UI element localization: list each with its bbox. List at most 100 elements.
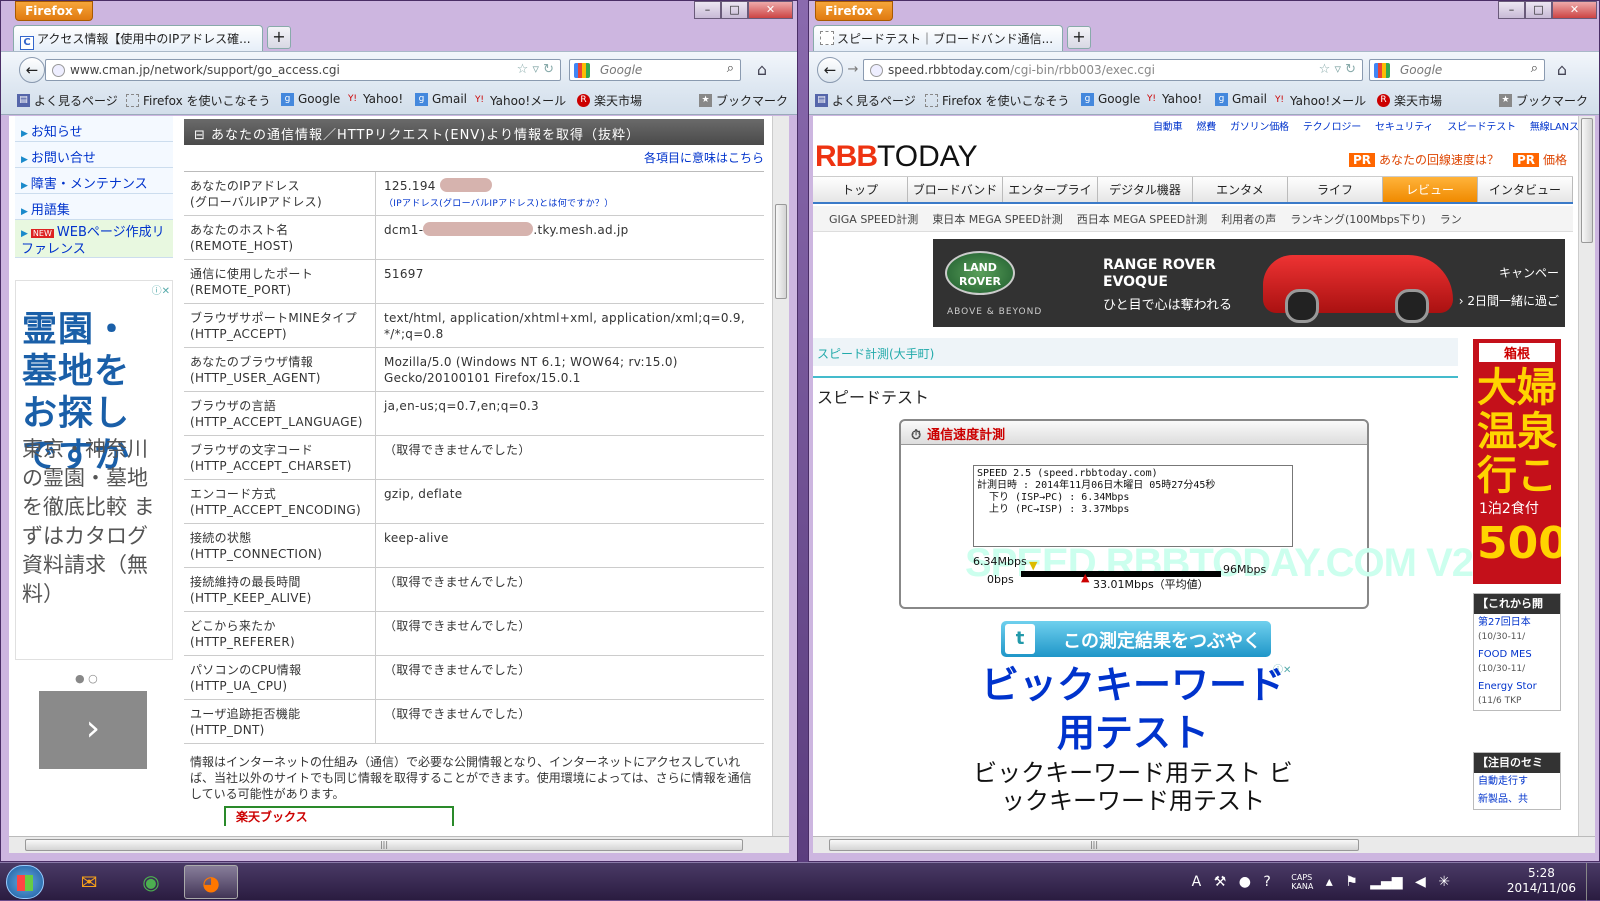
new-tab-button[interactable]: +: [1067, 26, 1091, 49]
nav-item-news[interactable]: お知らせ: [15, 116, 173, 142]
ip-help-link[interactable]: （IPアドレス(グローバルIPアドレス)とは何ですか？）: [384, 199, 614, 209]
signal-icon[interactable]: ▂▄▆: [1370, 874, 1402, 890]
list-item[interactable]: Energy Stor (11/6 TKP: [1474, 678, 1560, 710]
pr-link[interactable]: PR あなたの回線速度は？: [1349, 151, 1499, 168]
firefox-menu-button[interactable]: Firefox ▾: [15, 1, 93, 21]
ime-icon[interactable]: A: [1192, 874, 1202, 890]
list-item[interactable]: FOOD MES (10/30-11/: [1474, 646, 1560, 678]
cemetery-ad[interactable]: ⓘ✕ 霊園・墓地をお探しですか 東京・神奈川の霊園・墓地を徹底比較 まずはカタロ…: [15, 280, 173, 660]
nav-item-web-reference[interactable]: NEWWEBページ作成リファレンス: [15, 220, 173, 258]
tab-digital[interactable]: デジタル機器: [1098, 177, 1193, 202]
subnav-item[interactable]: ラン: [1440, 213, 1462, 226]
list-item[interactable]: 自動走行す: [1474, 773, 1560, 791]
pr-link[interactable]: PR 価格: [1513, 151, 1567, 168]
minimize-button[interactable]: –: [1498, 1, 1525, 19]
top-nav-item[interactable]: 自動車: [1153, 122, 1183, 133]
subnav-item[interactable]: 東日本 MEGA SPEED計測: [932, 213, 1062, 226]
tab-interview[interactable]: インタビュー: [1478, 177, 1573, 202]
tweet-result-button[interactable]: t この測定結果をつぶやく: [1001, 621, 1271, 657]
bookmarks-menu[interactable]: ★ ブックマーク: [1499, 92, 1588, 109]
nav-item-glossary[interactable]: 用語集: [15, 194, 173, 220]
text-ad[interactable]: ビックキーワード用テスト ビックキーワード用テスト ビックキーワード用テスト: [963, 661, 1303, 815]
title-bar[interactable]: Firefox ▾ – □ ✕: [809, 1, 1599, 23]
clock[interactable]: 5:28 2014/11/06: [1507, 866, 1576, 896]
show-desktop-button[interactable]: [1586, 863, 1600, 901]
nav-item-contact[interactable]: お問い合せ: [15, 142, 173, 168]
bookmark-gmail[interactable]: g Gmail: [415, 92, 467, 106]
maximize-button[interactable]: □: [1525, 1, 1552, 19]
bookmark-yahoo-mail[interactable]: Y! Yahoo!メール: [473, 92, 566, 109]
subnav-item[interactable]: 西日本 MEGA SPEED計測: [1077, 213, 1207, 226]
firefox-menu-button[interactable]: Firefox ▾: [815, 1, 893, 21]
star-icon[interactable]: ☆ ▿ ↻: [1319, 62, 1356, 77]
scroll-thumb[interactable]: [775, 204, 787, 299]
url-bar[interactable]: speed.rbbtoday.com/cgi-bin/rbb003/exec.c…: [863, 59, 1363, 81]
top-nav-item[interactable]: ガソリン価格: [1230, 122, 1289, 133]
tools-icon[interactable]: ⚒: [1214, 874, 1227, 890]
bookmark-firefox[interactable]: Firefox を使いこなそう: [925, 92, 1070, 109]
home-icon[interactable]: ⌂: [751, 60, 773, 80]
browser-tab[interactable]: スピードテスト｜ブロードバンド通信...: [813, 25, 1063, 51]
outlook-taskbar-icon[interactable]: ✉: [62, 865, 116, 899]
subnav-item[interactable]: GIGA SPEED計測: [829, 213, 918, 226]
new-tab-button[interactable]: +: [267, 26, 291, 49]
close-button[interactable]: ✕: [1552, 1, 1597, 19]
land-rover-banner-ad[interactable]: LAND ROVER ABOVE & BEYOND RANGE ROVER EVO…: [933, 239, 1565, 327]
network-globe-icon[interactable]: ●: [1239, 874, 1251, 890]
ad-pager-dots[interactable]: ● ○: [75, 672, 98, 685]
flag-icon[interactable]: ⚑: [1345, 874, 1358, 890]
minimize-button[interactable]: –: [694, 1, 721, 19]
list-item[interactable]: 第27回日本 (10/30-11/: [1474, 614, 1560, 646]
tab-top[interactable]: トップ: [813, 177, 908, 202]
top-nav-item[interactable]: 燃費: [1196, 122, 1216, 133]
bookmark-google[interactable]: g Google: [1081, 92, 1140, 106]
tab-entertainment[interactable]: エンタメ: [1193, 177, 1288, 202]
url-bar[interactable]: www.cman.jp/network/support/go_access.cg…: [45, 59, 561, 81]
rakuten-books-ad[interactable]: 楽天ブックス: [224, 806, 454, 826]
tray-expand-icon[interactable]: ▴: [1326, 874, 1333, 890]
bookmark-gmail[interactable]: g Gmail: [1215, 92, 1267, 106]
search-box[interactable]: Google ⌕: [1369, 59, 1545, 81]
rbbtoday-logo[interactable]: RBBTODAY: [815, 140, 978, 174]
forward-button[interactable]: →: [843, 60, 863, 80]
tab-broadband[interactable]: ブロードバンド: [908, 177, 1003, 202]
bookmark-google[interactable]: g Google: [281, 92, 340, 106]
search-icon[interactable]: ⌕: [1531, 61, 1538, 76]
home-icon[interactable]: ⌂: [1551, 60, 1573, 80]
bookmark-firefox[interactable]: Firefox を使いこなそう: [126, 92, 271, 109]
meaning-link[interactable]: 各項目に意味はこちら: [644, 149, 764, 166]
subnav-item[interactable]: ランキング(100Mbps下り): [1290, 213, 1425, 226]
search-box[interactable]: Google ⌕: [569, 59, 741, 81]
bookmark-rakuten[interactable]: R 楽天市場: [1377, 92, 1442, 109]
tab-life[interactable]: ライフ: [1288, 177, 1383, 202]
speed-measure-link[interactable]: スピード計測(大手町): [813, 338, 1458, 366]
title-bar[interactable]: Firefox ▾ – □ ✕: [1, 1, 797, 23]
top-nav-item[interactable]: セキュリティ: [1375, 122, 1433, 133]
tab-enterprise[interactable]: エンタープライズ: [1003, 177, 1098, 223]
star-icon[interactable]: ☆ ▿ ↻: [517, 62, 554, 77]
back-button[interactable]: ←: [19, 57, 45, 83]
vertical-scrollbar[interactable]: [772, 116, 789, 836]
horizontal-scrollbar[interactable]: |||: [813, 836, 1595, 853]
scroll-thumb[interactable]: [1581, 118, 1593, 243]
bookmark-most-visited[interactable]: ▤ よく見るページ: [815, 92, 916, 109]
vertical-scrollbar[interactable]: [1578, 116, 1595, 836]
help-icon[interactable]: ?: [1263, 874, 1270, 890]
bookmark-most-visited[interactable]: ▤ よく見るページ: [17, 92, 118, 109]
top-nav-item[interactable]: スピードテスト: [1447, 122, 1516, 133]
start-button[interactable]: [6, 865, 44, 899]
search-icon[interactable]: ⌕: [727, 61, 734, 76]
scroll-thumb[interactable]: |||: [829, 839, 1359, 851]
top-nav-item[interactable]: テクノロジー: [1303, 122, 1361, 133]
list-item[interactable]: 新製品、共: [1474, 791, 1560, 809]
maximize-button[interactable]: □: [721, 1, 748, 19]
horizontal-scrollbar[interactable]: |||: [9, 836, 789, 853]
adchoices-icon[interactable]: ⓘ✕: [152, 282, 170, 297]
chrome-taskbar-icon[interactable]: ◉: [124, 865, 178, 899]
subnav-item[interactable]: 利用者の声: [1221, 213, 1276, 226]
bookmarks-menu[interactable]: ★ ブックマーク: [699, 92, 788, 109]
firefox-taskbar-icon[interactable]: ◕: [184, 865, 238, 899]
bookmark-yahoo-mail[interactable]: Y! Yahoo!メール: [1273, 92, 1366, 109]
hakone-onsen-ad[interactable]: 箱根 大婦温泉行こ 1泊2食付 500: [1473, 339, 1561, 584]
browser-tab[interactable]: C アクセス情報【使用中のIPアドレス確...: [13, 25, 263, 51]
